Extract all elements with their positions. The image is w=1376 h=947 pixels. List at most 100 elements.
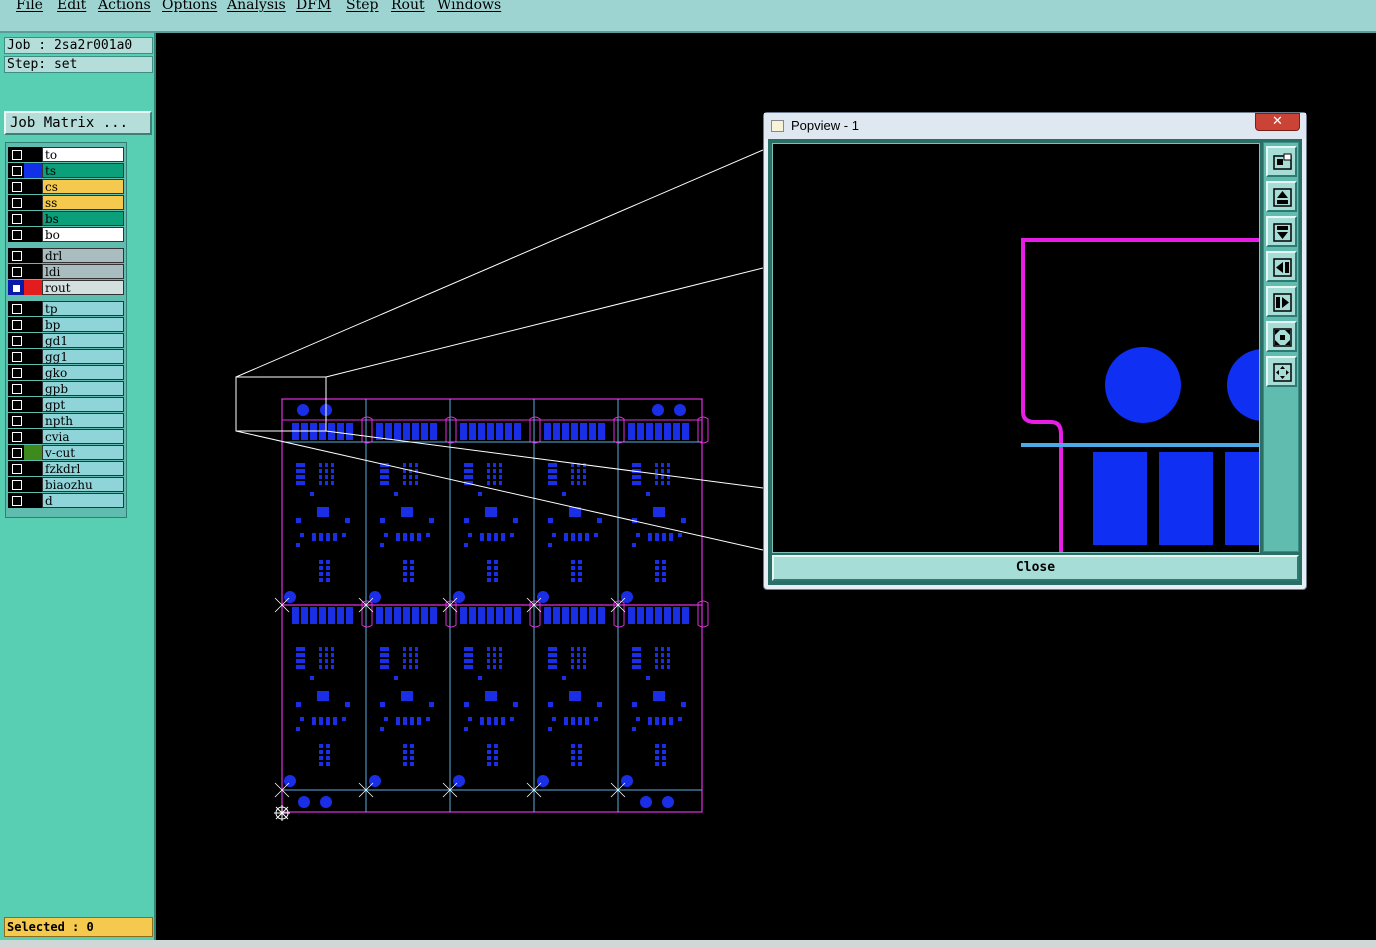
copper-pad bbox=[342, 717, 346, 721]
copper-pad bbox=[496, 607, 503, 624]
copper-pad bbox=[415, 665, 418, 669]
copper-pad bbox=[578, 560, 582, 564]
copper-pad bbox=[494, 533, 498, 541]
copper-pad bbox=[681, 702, 686, 707]
copper-pad bbox=[464, 727, 468, 731]
copper-pad bbox=[583, 469, 586, 473]
copper-pad bbox=[326, 717, 330, 725]
copper-pad bbox=[597, 702, 602, 707]
copper-pad bbox=[562, 607, 569, 624]
copper-pad bbox=[345, 702, 350, 707]
copper-pad bbox=[417, 717, 421, 725]
copper-pad bbox=[485, 691, 497, 701]
copper-pad bbox=[331, 647, 334, 651]
copper-pad bbox=[637, 423, 644, 440]
copper-pad bbox=[410, 750, 414, 754]
copper-pad bbox=[552, 717, 556, 721]
copper-pad bbox=[648, 533, 652, 541]
copper-pad bbox=[664, 423, 671, 440]
copper-pad bbox=[655, 744, 659, 748]
copper-pad bbox=[469, 607, 476, 624]
copper-pad bbox=[401, 507, 413, 517]
copper-pad bbox=[415, 659, 418, 663]
copper-pad bbox=[493, 481, 496, 485]
copper-pad bbox=[646, 676, 650, 680]
copper-pad bbox=[326, 750, 330, 754]
close-icon[interactable]: ✕ bbox=[1255, 113, 1300, 131]
copper-pad bbox=[655, 762, 659, 766]
copper-pad bbox=[430, 423, 437, 440]
copper-pad bbox=[552, 533, 556, 537]
copper-pad bbox=[430, 607, 437, 624]
copper-pad bbox=[478, 607, 485, 624]
pan-up-icon[interactable] bbox=[1266, 181, 1297, 212]
copper-pad bbox=[578, 578, 582, 582]
copper-pad bbox=[578, 744, 582, 748]
copper-pad bbox=[417, 533, 421, 541]
copper-pad bbox=[646, 607, 653, 624]
copper-pad bbox=[300, 717, 304, 721]
pan-down-icon[interactable] bbox=[1266, 216, 1297, 247]
copper-pad bbox=[548, 727, 552, 731]
copper-pad bbox=[632, 727, 636, 731]
copper-pad bbox=[296, 481, 305, 485]
pan-right-icon[interactable] bbox=[1266, 286, 1297, 317]
popview-titlebar[interactable]: Popview - 1 ✕ bbox=[764, 113, 1306, 139]
tooling-hole bbox=[537, 591, 549, 603]
copper-pad bbox=[667, 463, 670, 467]
copper-pad bbox=[662, 533, 666, 541]
copper-pad bbox=[494, 750, 498, 754]
copper-pad bbox=[310, 607, 317, 624]
copper-pad bbox=[493, 659, 496, 663]
copper-pad bbox=[328, 607, 335, 624]
copper-pad bbox=[326, 533, 330, 541]
copper-pad bbox=[1093, 452, 1147, 545]
copper-pad bbox=[409, 481, 412, 485]
copper-pad bbox=[1225, 452, 1265, 545]
copper-pad bbox=[655, 659, 658, 663]
popview-zoomed-graphic bbox=[1021, 238, 1299, 554]
copper-pad bbox=[636, 717, 640, 721]
copper-pad bbox=[296, 702, 301, 707]
copper-pad bbox=[562, 492, 566, 496]
copper-pad bbox=[494, 572, 498, 576]
window-icon bbox=[771, 120, 784, 132]
copper-pad bbox=[589, 607, 596, 624]
copper-pad bbox=[468, 717, 472, 721]
copper-pad bbox=[410, 572, 414, 576]
copper-pad bbox=[403, 665, 406, 669]
copper-pad bbox=[464, 659, 473, 663]
copper-pad bbox=[325, 647, 328, 651]
copper-pad bbox=[583, 659, 586, 663]
copper-pad bbox=[583, 665, 586, 669]
copper-pad bbox=[296, 463, 305, 467]
zoom-in-icon[interactable] bbox=[1266, 321, 1297, 352]
copper-pad bbox=[319, 560, 323, 564]
copper-pad bbox=[464, 647, 473, 651]
copper-pad bbox=[325, 653, 328, 657]
copper-pad bbox=[342, 533, 346, 537]
copper-pad bbox=[667, 481, 670, 485]
popview-canvas[interactable] bbox=[772, 143, 1299, 554]
copper-pad bbox=[380, 653, 389, 657]
copper-pad bbox=[598, 607, 605, 624]
copper-pad bbox=[480, 533, 484, 541]
copper-pad bbox=[331, 665, 334, 669]
zoom-out-icon[interactable] bbox=[1266, 356, 1297, 387]
popview-close-button[interactable]: Close bbox=[772, 555, 1299, 581]
zoom-fit-icon[interactable] bbox=[1266, 146, 1297, 177]
copper-pad bbox=[571, 762, 575, 766]
copper-pad bbox=[571, 659, 574, 663]
copper-pad bbox=[571, 607, 578, 624]
copper-pad bbox=[548, 469, 557, 473]
copper-pad bbox=[678, 533, 682, 537]
copper-pad bbox=[331, 659, 334, 663]
copper-pad bbox=[296, 543, 300, 547]
copper-pad bbox=[493, 647, 496, 651]
copper-pad bbox=[655, 475, 658, 479]
copper-pad bbox=[410, 756, 414, 760]
copper-pad bbox=[319, 659, 322, 663]
copper-pad bbox=[410, 717, 414, 725]
pan-left-icon[interactable] bbox=[1266, 251, 1297, 282]
copper-pad bbox=[681, 518, 686, 523]
